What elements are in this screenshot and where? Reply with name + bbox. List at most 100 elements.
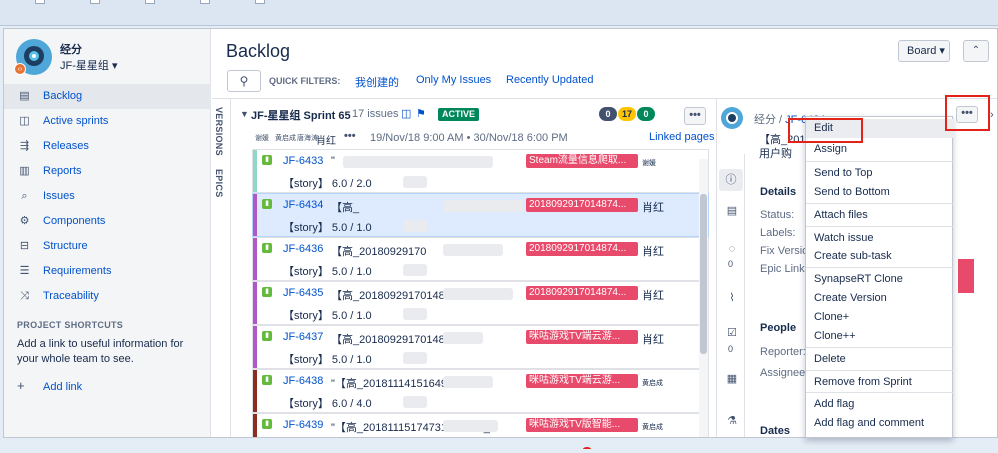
sidebar-item-structure[interactable]: ⊟ Structure [4, 234, 211, 259]
checklist-icon[interactable]: ☑ [725, 326, 739, 340]
flag-icon[interactable]: ⚑ [416, 107, 426, 120]
sidebar-item-backlog[interactable]: ▤ Backlog [4, 84, 211, 109]
menu-item-send-to-bottom[interactable]: Send to Bottom [806, 183, 954, 202]
issue-row[interactable]: ▮ JF-6433 " 【story】 6.0 / 2.0 Steam流量信息爬取...… [252, 149, 709, 193]
epic-lozenge[interactable]: 咪咕游戏TV端云游... [526, 330, 638, 344]
assignee-tag[interactable]: 黄启成 [275, 133, 296, 143]
sidebar-item-components[interactable]: ⚙ Components [4, 209, 211, 234]
linked-pages-link[interactable]: Linked pages [649, 131, 714, 143]
sprint-more-button[interactable]: ••• [684, 107, 706, 125]
board-selector[interactable]: JF-星星组 ▾ [60, 57, 117, 73]
cursor-mark [583, 447, 591, 451]
menu-item-send-to-top[interactable]: Send to Top [806, 164, 954, 183]
sidebar-item-issues[interactable]: ⌕ Issues [4, 184, 211, 209]
attachment-icon[interactable]: ⌇ [725, 291, 739, 305]
checkbox-fragment [90, 0, 100, 4]
quick-filter-only-my-issues[interactable]: Only My Issues [416, 74, 491, 86]
subtasks-icon[interactable]: ▦ [725, 372, 739, 386]
epic-lozenge[interactable]: 2018092917014874... [526, 198, 638, 212]
chevron-right-icon[interactable]: › [990, 109, 994, 121]
quick-filter-recently-updated[interactable]: Recently Updated [506, 74, 593, 86]
sidebar-item-label: Releases [43, 140, 89, 152]
reports-icon: ▥ [19, 165, 30, 177]
assignee-tag[interactable]: 谢媛 [255, 133, 269, 143]
issue-key[interactable]: JF-6436 [283, 243, 323, 255]
issue-row[interactable]: ▮ JF-6438 "【高_20181114151649947972 【story】 … [252, 369, 709, 413]
issue-key[interactable]: JF-6434 [283, 199, 323, 211]
sidebar-item-requirements[interactable]: ☰ Requirements [4, 259, 211, 284]
project-avatar-small [721, 107, 743, 129]
traceability-icon: ⤨ [20, 290, 29, 302]
sprint-dates: 19/Nov/18 9:00 AM • 30/Nov/18 6:00 PM [370, 132, 568, 144]
vertical-tabs: VERSIONS EPICS [212, 99, 231, 437]
assignee-tag[interactable]: 唐海涛 [297, 133, 318, 143]
menu-item-remove-from-sprint[interactable]: Remove from Sprint [806, 373, 954, 392]
board-button[interactable]: Board ▾ [898, 40, 950, 62]
sidebar-item-active-sprints[interactable]: ◫ Active sprints [4, 109, 211, 134]
sprint-panel: ▼ JF-星星组 Sprint 65 17 issues ◫ ⚑ ACTIVE … [232, 99, 716, 437]
issue-row[interactable]: ▮ JF-6435 【高_2018092917014874 【story】 5.0 /… [252, 281, 709, 325]
issue-key[interactable]: JF-6433 [283, 155, 323, 167]
project-name[interactable]: 经分 [60, 41, 82, 57]
quick-filter-created-by-me[interactable]: 我创建的 [355, 74, 399, 90]
sidebar-nav: ▤ Backlog ◫ Active sprints ⇶ Releases ▥ Reports… [4, 84, 211, 309]
menu-item-add-flag-and-comment[interactable]: Add flag and comment [806, 414, 954, 433]
comment-icon[interactable]: ◌ [725, 242, 739, 256]
collapse-icon[interactable]: ⌃ [963, 40, 989, 62]
epic-color-bar [253, 414, 257, 437]
epic-link-lozenge[interactable] [958, 259, 974, 293]
board-icon[interactable]: ◫ [401, 107, 411, 120]
assignee-tag[interactable]: 肖红 [316, 132, 336, 147]
menu-item-synapsert-clone[interactable]: SynapseRT Clone [806, 270, 954, 289]
epic-lozenge[interactable]: 2018092917014874... [526, 286, 638, 300]
project-avatar[interactable]: ‹› [14, 39, 52, 75]
redacted-area [403, 396, 427, 408]
redacted-area [443, 288, 513, 300]
menu-item-watch-issue[interactable]: Watch issue [806, 229, 954, 248]
status-label: Status: [760, 209, 795, 221]
issue-row[interactable]: ▮ JF-6436 【高_20180929170 【story】 5.0 / 1.0 2… [252, 237, 709, 281]
shortcuts-text: Add a link to useful information for you… [17, 338, 184, 365]
tab-versions[interactable]: VERSIONS [214, 107, 224, 156]
test-flask-icon[interactable]: ⚗ [725, 414, 739, 428]
menu-item-add-flag[interactable]: Add flag [806, 395, 954, 414]
sidebar-item-label: Requirements [43, 265, 112, 277]
epic-lozenge[interactable]: 咪咕游戏TV端云游... [526, 374, 638, 388]
issue-key[interactable]: JF-6438 [283, 375, 323, 387]
code-badge-icon: ‹› [14, 63, 26, 75]
more-assignees-button[interactable]: ••• [344, 130, 356, 142]
issue-story-points: 【story】 5.0 / 1.0 [283, 266, 372, 278]
sidebar-item-releases[interactable]: ⇶ Releases [4, 134, 211, 159]
add-link[interactable]: + Add link [17, 378, 82, 393]
menu-item-cloneplus[interactable]: Clone+ [806, 308, 954, 327]
menu-item-cloneplusplus[interactable]: Clone++ [806, 327, 954, 346]
sidebar-item-reports[interactable]: ▥ Reports [4, 159, 211, 184]
scrollbar-thumb[interactable] [700, 194, 707, 354]
menu-separator [806, 347, 954, 348]
info-icon[interactable]: ⓘ [719, 169, 743, 191]
epic-lozenge[interactable]: 咪咕游戏TV版智能... [526, 418, 638, 432]
issue-key[interactable]: JF-6437 [283, 331, 323, 343]
menu-item-create-sub-task[interactable]: Create sub-task [806, 247, 954, 266]
collapse-caret-icon[interactable]: ▼ [240, 109, 249, 119]
search-button[interactable]: ⚲ [227, 70, 261, 92]
issue-row[interactable]: ▮JF-6439"【高_20181115174731989069_【story】… [252, 413, 709, 437]
sprint-header: ▼ JF-星星组 Sprint 65 17 issues ◫ ⚑ ACTIVE … [232, 99, 716, 151]
menu-item-delete[interactable]: Delete [806, 350, 954, 369]
epic-lozenge[interactable]: 2018092917014874... [526, 242, 638, 256]
requirements-icon: ☰ [19, 265, 30, 277]
menu-item-create-version[interactable]: Create Version [806, 289, 954, 308]
issue-row[interactable]: ▮ JF-6434 【高_ 【story】 5.0 / 1.0 201809291701… [252, 193, 709, 237]
issue-key[interactable]: JF-6435 [283, 287, 323, 299]
menu-item-attach-files[interactable]: Attach files [806, 206, 954, 225]
issue-row[interactable]: ▮ JF-6437 【高_20180929170148744569 【story】 5… [252, 325, 709, 369]
description-icon[interactable]: ▤ [725, 204, 739, 218]
epic-lozenge[interactable]: Steam流量信息爬取... [526, 154, 638, 168]
sidebar-item-label: Traceability [43, 290, 99, 302]
tab-epics[interactable]: EPICS [214, 169, 224, 198]
sidebar-item-traceability[interactable]: ⤨ Traceability [4, 284, 211, 309]
breadcrumb-project[interactable]: 经分 [754, 114, 776, 126]
issue-key[interactable]: JF-6439 [283, 419, 323, 431]
story-type-icon: ▮ [262, 287, 272, 297]
epic-color-bar [253, 370, 257, 412]
